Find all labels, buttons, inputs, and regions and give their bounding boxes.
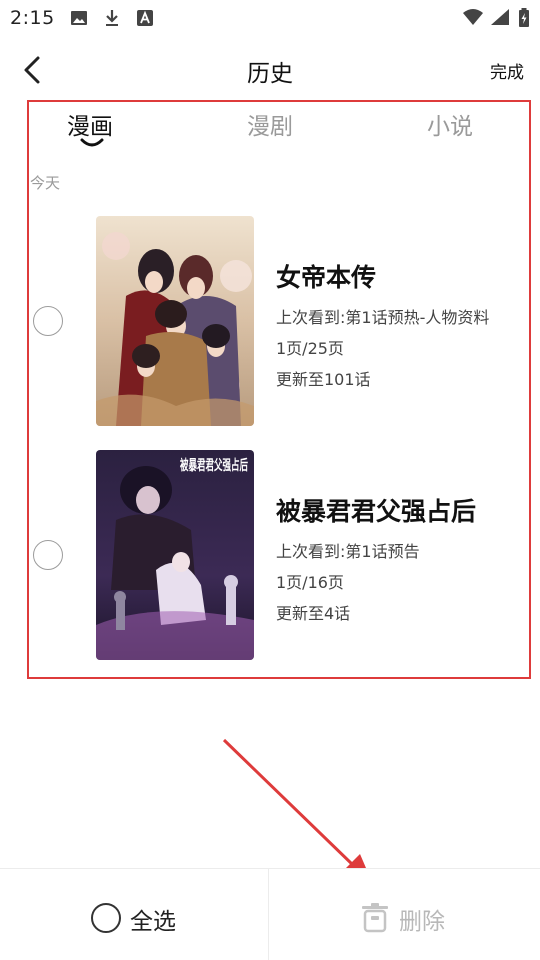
page-title: 历史 [247, 61, 293, 87]
delete-button[interactable]: 删除 [269, 869, 540, 960]
font-icon [136, 9, 154, 27]
select-all-button[interactable]: 全选 [0, 869, 268, 960]
status-bar: 2:15 [0, 0, 540, 38]
wifi-icon [462, 8, 484, 30]
select-all-radio-icon [91, 903, 121, 933]
download-icon [103, 9, 121, 27]
bottom-action-bar: 全选 删除 [0, 868, 540, 960]
trash-icon [362, 903, 388, 933]
select-all-label: 全选 [130, 909, 176, 935]
image-icon [70, 9, 88, 27]
done-button[interactable]: 完成 [490, 58, 524, 83]
battery-charging-icon [518, 8, 530, 32]
signal-icon [490, 8, 510, 30]
status-time: 2:15 [10, 7, 55, 29]
highlight-box-list [27, 100, 531, 679]
app-header: 历史 完成 [0, 38, 540, 100]
delete-label: 删除 [399, 909, 445, 935]
